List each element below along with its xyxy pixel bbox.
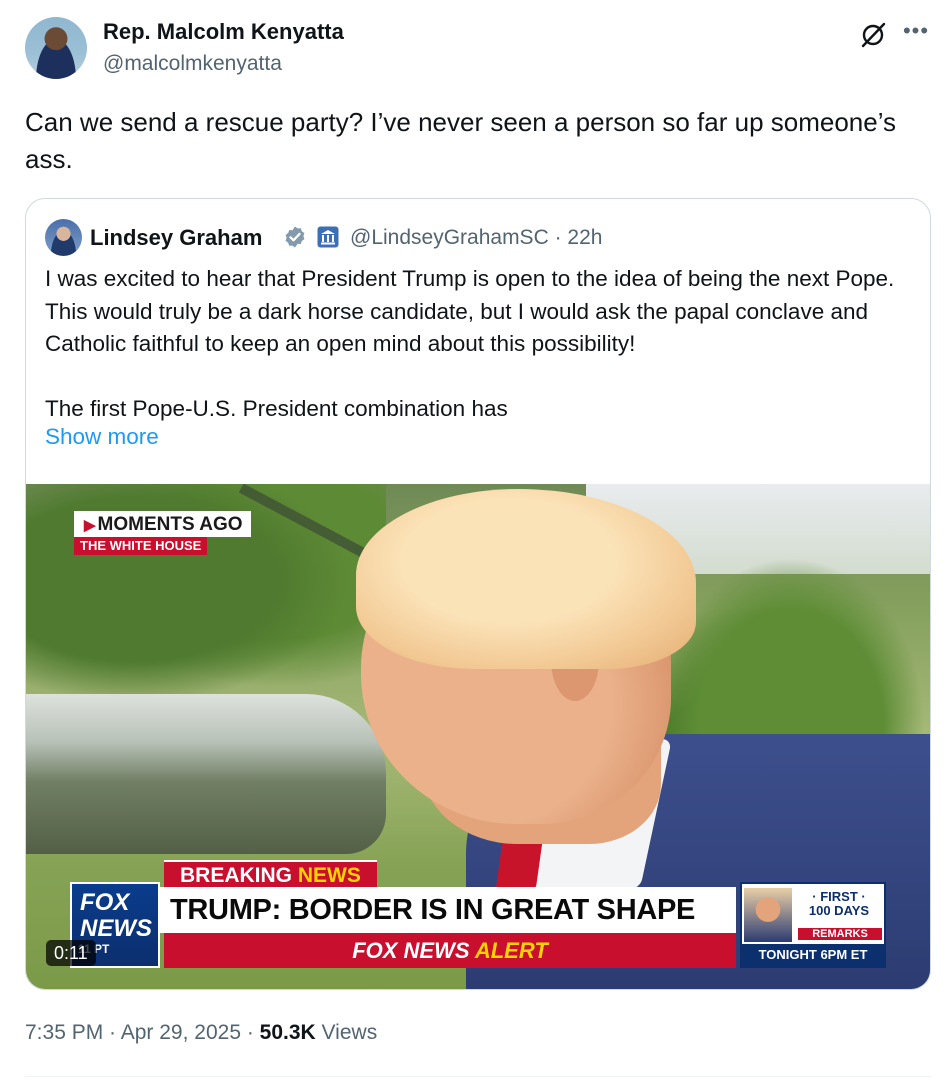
quoted-author-handle-line: @LindseyGrahamSC · 22h: [350, 226, 602, 250]
location-badge: THE WHITE HOUSE: [74, 537, 208, 555]
government-building-icon: [317, 226, 339, 248]
tweet-text: Can we send a rescue party? I’ve never s…: [25, 107, 897, 174]
author-avatar[interactable]: [25, 17, 87, 79]
video-duration: 0:11: [46, 940, 96, 966]
views-label: Views: [315, 1021, 378, 1044]
grok-icon[interactable]: [858, 20, 888, 50]
headline-banner: TRUMP: BORDER IS IN GREAT SHAPE: [158, 887, 736, 933]
separator: ·: [548, 226, 568, 249]
views-count: 50.3K: [259, 1021, 316, 1044]
promo-box: · FIRST · 100 DAYS REMARKS TONIGHT 6PM ET: [740, 882, 886, 968]
more-icon[interactable]: •••: [900, 18, 932, 48]
news-alert-bar: FOX NEWS ALERT: [164, 933, 736, 968]
divider: [25, 1076, 931, 1077]
tweet-date[interactable]: Apr 29, 2025: [121, 1021, 241, 1044]
show-more-link[interactable]: Show more: [45, 424, 159, 450]
author-name[interactable]: Rep. Malcolm Kenyatta: [103, 19, 344, 45]
video-player[interactable]: ▶ MOMENTS AGO THE WHITE HOUSE BREAKING NE…: [26, 484, 930, 989]
video-helicopter: [26, 694, 386, 854]
tweet-meta: 7:35 PM · Apr 29, 2025 · 50.3K Views: [25, 1021, 378, 1044]
breaking-news-banner: BREAKING NEWS: [164, 860, 377, 887]
tweet-time[interactable]: 7:35 PM: [25, 1021, 103, 1044]
quoted-tweet-text: I was excited to hear that President Tru…: [45, 266, 895, 421]
moments-ago-badge: ▶ MOMENTS AGO: [74, 511, 251, 537]
verified-badge-icon: [285, 226, 305, 248]
author-handle[interactable]: @malcolmkenyatta: [103, 52, 282, 76]
play-triangle-icon: ▶: [84, 517, 96, 534]
quoted-author-handle[interactable]: @LindseyGrahamSC: [350, 226, 549, 249]
quoted-tweet-age[interactable]: 22h: [567, 226, 602, 249]
quoted-tweet[interactable]: Lindsey Graham @LindseyGrahamSC · 22h I …: [25, 198, 931, 990]
promo-photo: [744, 888, 792, 942]
quoted-author-avatar[interactable]: [45, 219, 82, 256]
quoted-author-name[interactable]: Lindsey Graham: [90, 225, 262, 251]
